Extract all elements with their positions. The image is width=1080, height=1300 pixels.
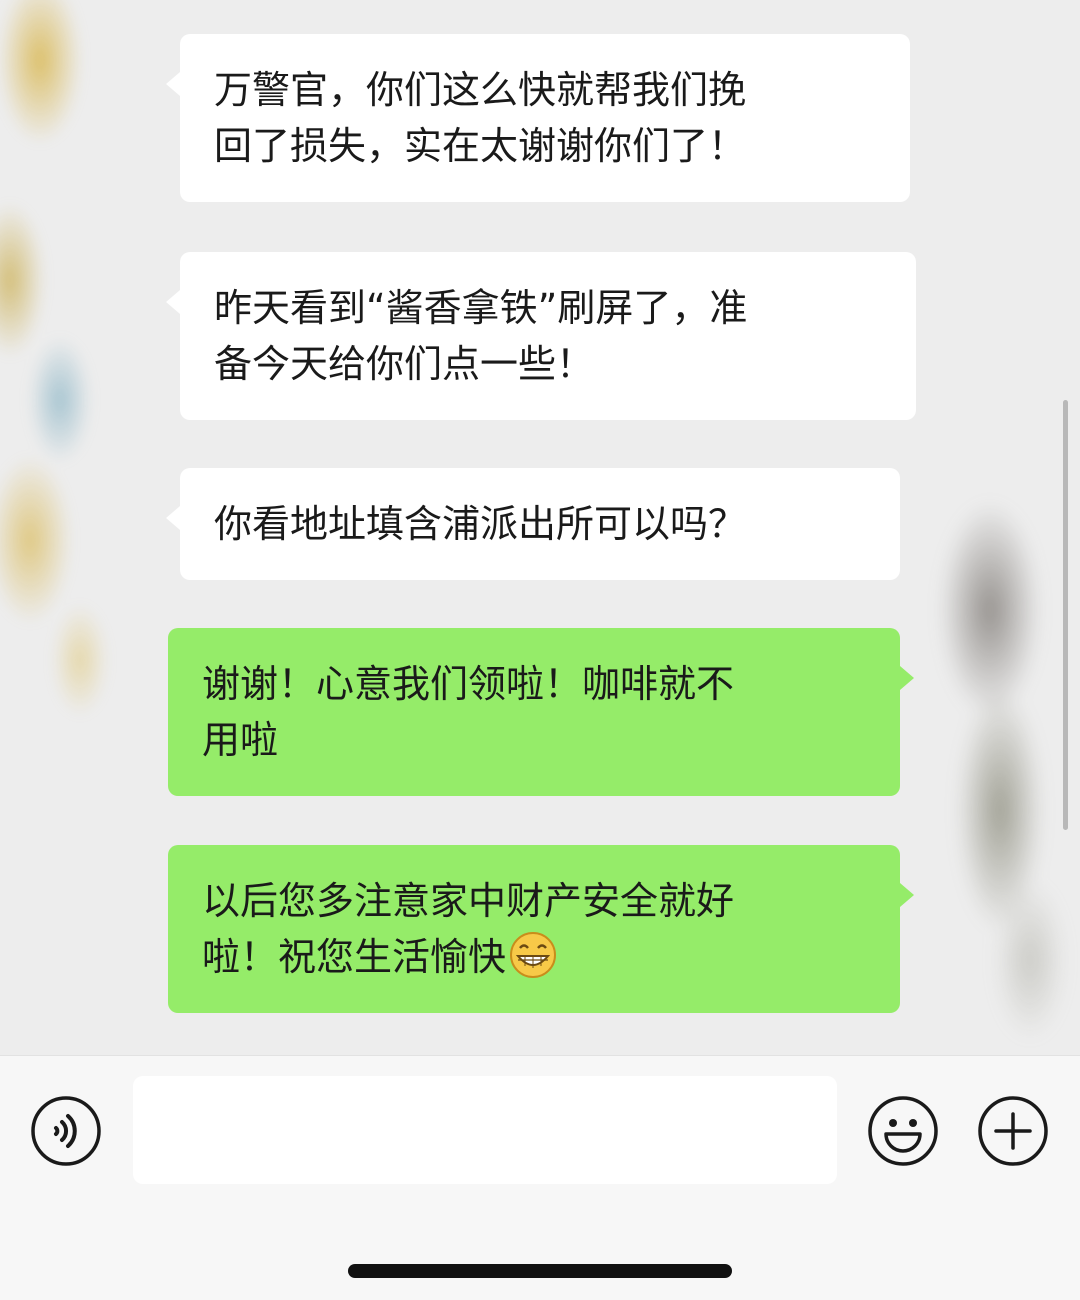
message-line: 你看地址填含浦派出所可以吗？ (214, 502, 747, 546)
home-indicator[interactable] (348, 1264, 732, 1278)
grinning-face-emoji (508, 930, 558, 980)
message-line: 以后您多注意家中财产安全就好 (202, 879, 735, 923)
emoji-icon[interactable] (866, 1094, 940, 1168)
message-bubble-outgoing[interactable]: 以后您多注意家中财产安全就好 啦！祝您生活愉快 (168, 845, 914, 1013)
contact-avatar-blurred (0, 0, 170, 760)
message-line: 万警官，你们这么快就帮我们挽 (214, 68, 747, 112)
message-line: 啦！祝您生活愉快 (202, 929, 866, 985)
message-line: 谢谢！心意我们领啦！咖啡就不 (202, 662, 735, 706)
message-bubble-outgoing[interactable]: 谢谢！心意我们领啦！咖啡就不 用啦 (168, 628, 914, 796)
message-input[interactable] (133, 1076, 837, 1184)
chat-area: 万警官，你们这么快就帮我们挽 回了损失，实在太谢谢你们了！ 昨天看到“酱香拿铁”… (0, 0, 1080, 1055)
input-bar (0, 1055, 1080, 1300)
voice-icon[interactable] (29, 1094, 103, 1168)
plus-icon[interactable] (976, 1094, 1050, 1168)
message-line: 用啦 (202, 718, 279, 762)
scrollbar[interactable] (1063, 400, 1068, 830)
message-bubble-incoming[interactable]: 万警官，你们这么快就帮我们挽 回了损失，实在太谢谢你们了！ (166, 34, 910, 202)
message-line: 昨天看到“酱香拿铁”刷屏了，准 (214, 286, 748, 330)
message-line: 备今天给你们点一些！ (214, 342, 595, 386)
message-line: 回了损失，实在太谢谢你们了！ (214, 124, 747, 168)
own-avatar-blurred (900, 490, 1080, 1055)
message-bubble-incoming[interactable]: 你看地址填含浦派出所可以吗？ (166, 468, 900, 580)
message-bubble-incoming[interactable]: 昨天看到“酱香拿铁”刷屏了，准 备今天给你们点一些！ (166, 252, 916, 420)
